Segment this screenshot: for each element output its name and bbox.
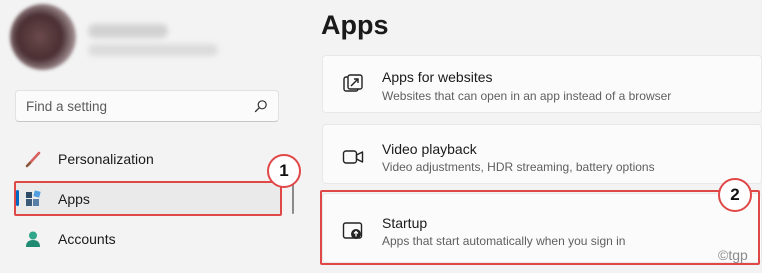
watermark: ©tgp	[718, 247, 748, 263]
card-apps-for-websites[interactable]: Apps for websites Websites that can open…	[322, 55, 762, 113]
sidebar-item-personalization[interactable]: Personalization	[14, 142, 280, 176]
card-subtitle: Websites that can open in an app instead…	[382, 89, 672, 103]
callout-marker-2: 2	[718, 178, 752, 212]
video-camera-icon	[342, 150, 364, 164]
search-icon[interactable]	[254, 99, 268, 113]
avatar[interactable]	[10, 4, 76, 70]
callout-marker-1: 1	[267, 154, 301, 188]
search-input[interactable]	[26, 98, 254, 114]
sidebar-item-accounts[interactable]: Accounts	[14, 222, 280, 256]
sidebar: Personalization Apps Accounts	[0, 0, 300, 273]
profile-email-blurred	[88, 44, 218, 56]
sidebar-item-label: Personalization	[58, 151, 154, 167]
link-window-icon	[343, 74, 363, 92]
card-title: Video playback	[382, 141, 477, 157]
apps-highlight-box	[14, 181, 282, 216]
paintbrush-icon	[22, 148, 44, 170]
person-icon	[22, 228, 44, 250]
profile-name-blurred	[88, 24, 168, 38]
card-video-playback[interactable]: Video playback Video adjustments, HDR st…	[322, 124, 762, 184]
card-title: Apps for websites	[382, 69, 493, 85]
startup-highlight-box	[320, 190, 760, 265]
user-profile[interactable]	[8, 4, 298, 74]
sidebar-item-label: Accounts	[58, 231, 116, 247]
page-title: Apps	[321, 10, 389, 40]
card-subtitle: Video adjustments, HDR streaming, batter…	[382, 160, 655, 174]
search-box[interactable]	[15, 90, 279, 122]
